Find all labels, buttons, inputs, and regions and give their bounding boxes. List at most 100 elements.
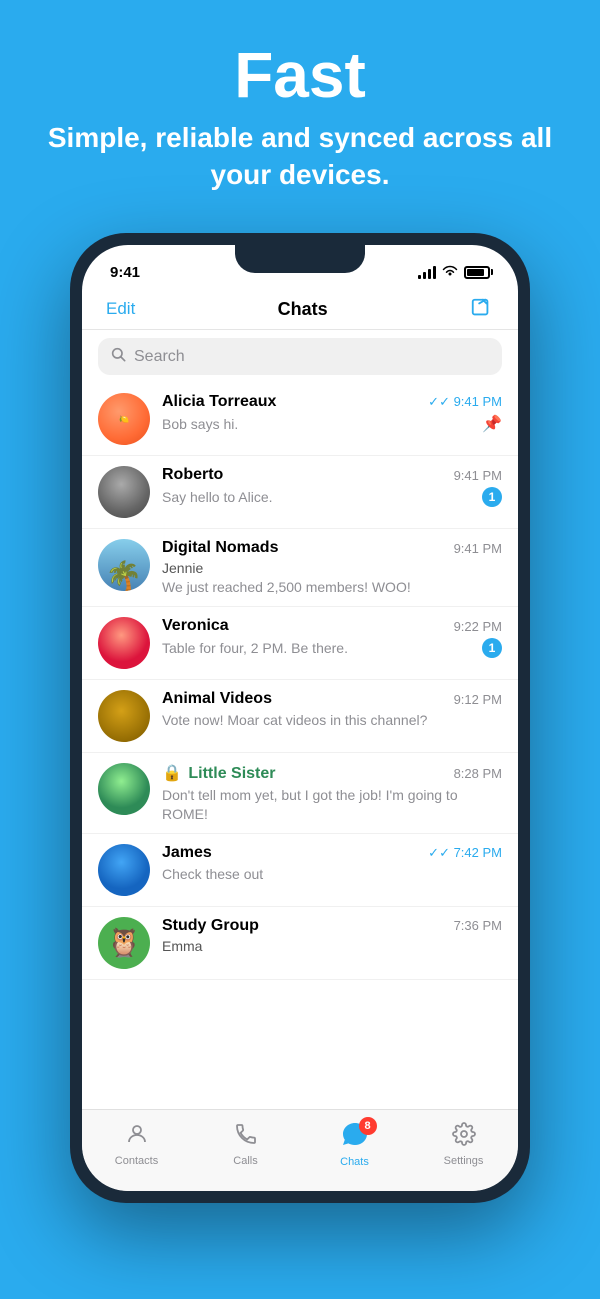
chat-name: Veronica <box>162 617 229 635</box>
list-item[interactable]: 🍋 Alicia Torreaux ✓✓ 9:41 PM Bob says hi… <box>82 383 518 456</box>
chat-message: Vote now! Moar cat videos in this channe… <box>162 711 502 729</box>
chat-time: 8:28 PM <box>454 766 502 781</box>
settings-icon <box>452 1122 476 1153</box>
chat-message: Check these out <box>162 866 263 882</box>
chat-header: Digital Nomads 9:41 PM <box>162 539 502 557</box>
chat-message: We just reached 2,500 members! WOO! <box>162 578 502 596</box>
search-bar[interactable]: Search <box>98 338 502 375</box>
search-placeholder: Search <box>134 348 185 366</box>
avatar: 🍋 <box>98 393 150 445</box>
contacts-icon <box>125 1122 149 1153</box>
chat-content: Digital Nomads 9:41 PM Jennie We just re… <box>162 539 502 596</box>
lock-icon: 🔒 <box>162 765 182 782</box>
chats-icon: 8 <box>341 1121 369 1154</box>
owl-icon: 🦉 <box>98 917 150 969</box>
avatar <box>98 844 150 896</box>
chat-name: 🔒 Little Sister <box>162 763 276 783</box>
signal-icon <box>418 265 436 279</box>
chat-header: Roberto 9:41 PM <box>162 466 502 484</box>
tab-calls[interactable]: Calls <box>216 1122 276 1167</box>
notch <box>235 245 365 273</box>
chat-header: Veronica 9:22 PM <box>162 617 502 635</box>
chat-list: 🍋 Alicia Torreaux ✓✓ 9:41 PM Bob says hi… <box>82 383 518 980</box>
list-item[interactable]: Animal Videos 9:12 PM Vote now! Moar cat… <box>82 680 518 753</box>
chat-name: James <box>162 844 212 862</box>
phone-wrapper: 9:41 <box>0 233 600 1203</box>
chat-message: Say hello to Alice. <box>162 488 273 506</box>
chat-time: ✓✓ 9:41 PM <box>428 394 502 410</box>
chat-meta: ✓✓ 9:41 PM <box>428 394 502 410</box>
chat-content: Animal Videos 9:12 PM Vote now! Moar cat… <box>162 690 502 729</box>
tab-bar: Contacts Calls 8 <box>82 1109 518 1191</box>
tab-chats[interactable]: 8 Chats <box>325 1121 385 1168</box>
search-container: Search <box>82 330 518 383</box>
chat-time: 7:36 PM <box>454 918 502 933</box>
chat-sender: Emma <box>162 938 202 954</box>
compose-button[interactable] <box>470 297 494 321</box>
battery-icon <box>464 266 490 279</box>
pin-icon: 📌 <box>482 414 502 434</box>
avatar <box>98 617 150 669</box>
list-item[interactable]: 🌴 Digital Nomads 9:41 PM Jennie We just … <box>82 529 518 607</box>
chat-header: Study Group 7:36 PM <box>162 917 502 935</box>
unread-badge: 1 <box>482 487 502 507</box>
status-icons <box>418 264 490 280</box>
avatar <box>98 690 150 742</box>
phone-screen: 9:41 <box>82 245 518 1191</box>
tab-settings[interactable]: Settings <box>434 1122 494 1167</box>
chat-sender: Jennie <box>162 560 203 576</box>
hero-subtitle: Simple, reliable and synced across all y… <box>20 120 580 193</box>
chat-name: Roberto <box>162 466 223 484</box>
calls-icon <box>234 1122 258 1153</box>
chat-name: Animal Videos <box>162 690 272 708</box>
chat-time: 9:41 PM <box>454 541 502 556</box>
chat-time: 9:22 PM <box>454 619 502 634</box>
nav-bar: Edit Chats <box>82 289 518 330</box>
nav-title: Chats <box>278 299 328 320</box>
chat-header: Animal Videos 9:12 PM <box>162 690 502 708</box>
list-item[interactable]: James ✓✓ 7:42 PM Check these out <box>82 834 518 907</box>
tab-settings-label: Settings <box>444 1155 484 1167</box>
search-icon <box>110 346 126 367</box>
hero-title: Fast <box>20 40 580 110</box>
chat-header: Alicia Torreaux ✓✓ 9:41 PM <box>162 393 502 411</box>
double-check-icon: ✓✓ <box>428 845 450 860</box>
chat-header: James ✓✓ 7:42 PM <box>162 844 502 862</box>
chat-name: Study Group <box>162 917 259 935</box>
chat-content: 🔒 Little Sister 8:28 PM Don't tell mom y… <box>162 763 502 822</box>
tab-calls-label: Calls <box>233 1155 257 1167</box>
chat-time: 9:41 PM <box>454 468 502 483</box>
list-item[interactable]: 🔒 Little Sister 8:28 PM Don't tell mom y… <box>82 753 518 833</box>
avatar <box>98 763 150 815</box>
list-item[interactable]: 🦉 Study Group 7:36 PM Emma <box>82 907 518 980</box>
edit-button[interactable]: Edit <box>106 299 135 319</box>
chat-name: Alicia Torreaux <box>162 393 276 411</box>
chat-content: Roberto 9:41 PM Say hello to Alice. 1 <box>162 466 502 507</box>
chat-message: Don't tell mom yet, but I got the job! I… <box>162 786 502 822</box>
palm-icon: 🌴 <box>105 560 142 591</box>
wifi-icon <box>442 264 458 280</box>
double-check-icon: ✓✓ <box>428 394 450 409</box>
chats-badge: 8 <box>359 1117 377 1135</box>
avatar: 🌴 <box>98 539 150 591</box>
status-time: 9:41 <box>110 264 140 281</box>
hero-section: Fast Simple, reliable and synced across … <box>0 0 600 213</box>
phone-frame: 9:41 <box>70 233 530 1203</box>
chat-time: 9:12 PM <box>454 692 502 707</box>
chat-message: Bob says hi. <box>162 415 238 433</box>
avatar: 🦉 <box>98 917 150 969</box>
chat-message: Table for four, 2 PM. Be there. <box>162 639 348 657</box>
chat-name: Digital Nomads <box>162 539 278 557</box>
avatar <box>98 466 150 518</box>
list-item[interactable]: Roberto 9:41 PM Say hello to Alice. 1 <box>82 456 518 529</box>
chat-content: Veronica 9:22 PM Table for four, 2 PM. B… <box>162 617 502 658</box>
chat-content: Alicia Torreaux ✓✓ 9:41 PM Bob says hi. … <box>162 393 502 434</box>
list-item[interactable]: Veronica 9:22 PM Table for four, 2 PM. B… <box>82 607 518 680</box>
chat-header: 🔒 Little Sister 8:28 PM <box>162 763 502 783</box>
tab-chats-label: Chats <box>340 1156 369 1168</box>
chat-content: Study Group 7:36 PM Emma <box>162 917 502 956</box>
tab-contacts-label: Contacts <box>115 1155 158 1167</box>
unread-badge: 1 <box>482 638 502 658</box>
tab-contacts[interactable]: Contacts <box>107 1122 167 1167</box>
chat-content: James ✓✓ 7:42 PM Check these out <box>162 844 502 884</box>
